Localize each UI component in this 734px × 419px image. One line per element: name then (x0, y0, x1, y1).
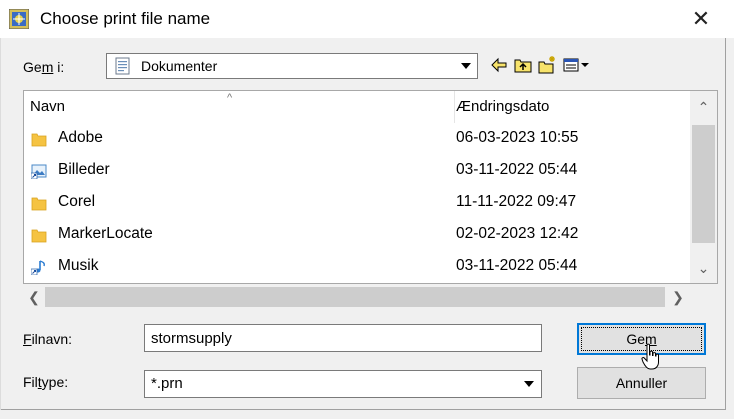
vertical-scrollbar[interactable]: ⌃ ⌄ (690, 91, 717, 283)
frame-bottom (0, 409, 726, 410)
folder-icon (31, 229, 47, 243)
sort-ascending-icon: ^ (227, 92, 233, 104)
file-name: Adobe (58, 129, 103, 146)
horizontal-scrollbar[interactable]: ❮ ❯ (23, 284, 718, 310)
list-item[interactable]: Corel 11-11-2022 09:47 (24, 187, 690, 219)
list-item[interactable]: Musik 03-11-2022 05:44 (24, 251, 690, 283)
file-date: 11-11-2022 09:47 (456, 193, 577, 210)
scrollbar-corner (689, 284, 718, 310)
scroll-down-icon[interactable]: ⌄ (690, 256, 717, 280)
file-name: Musik (58, 257, 99, 274)
folder-icon (31, 133, 47, 147)
file-name: MarkerLocate (58, 225, 153, 242)
chevron-down-icon (524, 381, 534, 387)
back-arrow-icon[interactable] (489, 55, 509, 75)
filetype-label: Filtype: (23, 374, 69, 390)
file-date: 02-02-2023 12:42 (456, 225, 579, 242)
filename-label: Filnavn: (23, 331, 73, 347)
list-item[interactable]: MarkerLocate 02-02-2023 12:42 (24, 219, 690, 251)
file-list[interactable]: Navn ^ Ændringsdato Adobe 06-03-2023 10:… (23, 90, 718, 284)
list-item[interactable]: Adobe 06-03-2023 10:55 (24, 123, 690, 155)
frame-right (725, 38, 726, 410)
hand-cursor-icon (641, 343, 659, 370)
new-folder-icon[interactable] (537, 55, 557, 75)
column-header-name[interactable]: Navn (30, 98, 65, 115)
documents-folder-icon (115, 57, 130, 75)
horizontal-scroll-thumb[interactable] (45, 287, 665, 307)
lookin-dropdown-button[interactable] (456, 55, 476, 77)
frame-left (0, 38, 1, 410)
scroll-right-icon[interactable]: ❯ (667, 284, 689, 310)
column-separator[interactable] (454, 91, 455, 123)
filename-input[interactable] (144, 324, 542, 352)
lookin-value: Dokumenter (141, 58, 218, 74)
filetype-combo[interactable]: *.prn (144, 370, 542, 398)
filetype-dropdown-button[interactable] (519, 373, 539, 395)
lookin-label: Gem i: (23, 59, 65, 75)
file-date: 06-03-2023 10:55 (456, 129, 579, 146)
up-folder-icon[interactable] (513, 55, 533, 75)
app-icon (9, 9, 29, 29)
lookin-combo[interactable]: Dokumenter (106, 53, 478, 79)
filetype-value: *.prn (151, 375, 183, 392)
file-name: Billeder (58, 161, 110, 178)
window-title: Choose print file name (40, 9, 211, 28)
file-date: 03-11-2022 05:44 (456, 161, 578, 178)
scroll-left-icon[interactable]: ❮ (23, 284, 45, 310)
music-shortcut-icon (31, 260, 45, 275)
column-header-date[interactable]: Ændringsdato (456, 98, 549, 115)
list-item[interactable]: Billeder 03-11-2022 05:44 (24, 155, 690, 187)
file-name: Corel (58, 193, 96, 210)
close-icon[interactable]: ✕ (688, 6, 714, 32)
chevron-down-icon (461, 63, 471, 69)
pictures-shortcut-icon (31, 164, 47, 179)
folder-icon (31, 197, 47, 211)
view-menu-icon[interactable] (562, 55, 592, 75)
vertical-scroll-thumb[interactable] (692, 125, 715, 243)
file-date: 03-11-2022 05:44 (456, 257, 578, 274)
scroll-up-icon[interactable]: ⌃ (690, 95, 717, 119)
